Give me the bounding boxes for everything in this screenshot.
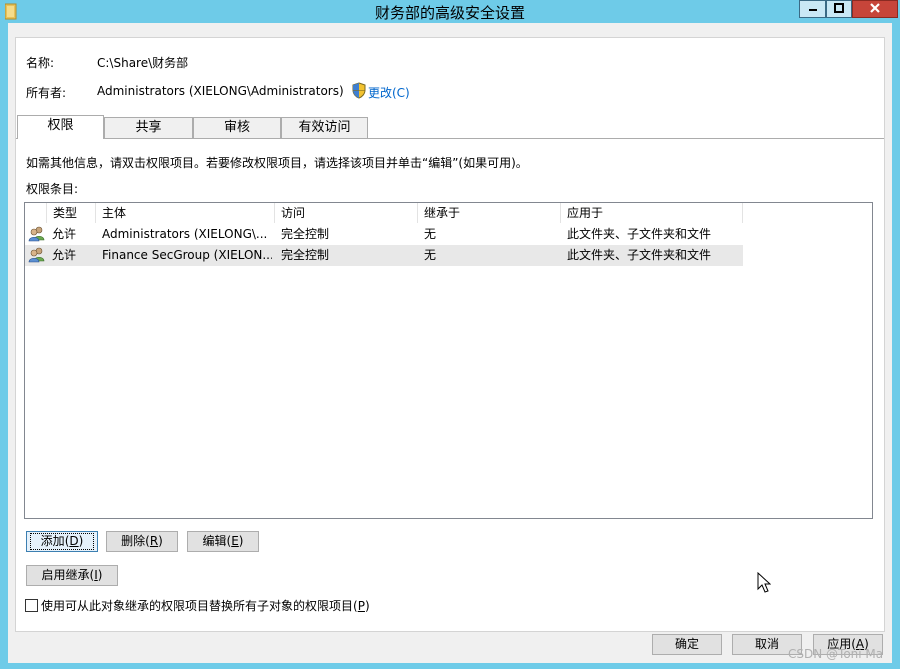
watermark: CSDN @Toni Ma	[788, 647, 884, 661]
maximize-button[interactable]	[826, 0, 852, 18]
permission-row[interactable]: 允许 Finance SecGroup (XIELON... 完全控制 无 此文…	[25, 245, 743, 266]
tab-effective-access[interactable]: 有效访问	[281, 117, 368, 138]
minimize-button[interactable]	[799, 0, 826, 18]
column-header-icon	[25, 203, 47, 223]
minimize-icon	[808, 2, 818, 16]
content-panel: 名称: C:\Share\财务部 所有者: Administrators (XI…	[15, 37, 885, 632]
add-button-key: D	[69, 534, 79, 548]
row-principal: Finance SecGroup (XIELON...	[102, 248, 272, 262]
edit-button[interactable]: 编辑(E)	[187, 531, 259, 552]
replace-child-permissions-label[interactable]: 使用可从此对象继承的权限项目替换所有子对象的权限项目(P)	[41, 597, 370, 614]
remove-button-key: R	[149, 534, 159, 548]
row-type: 允许	[52, 248, 77, 262]
title-bar: 财务部的高级安全设置	[0, 0, 900, 23]
column-header-principal[interactable]: 主体	[96, 203, 275, 223]
ok-button[interactable]: 确定	[652, 634, 722, 655]
entries-label: 权限条目:	[26, 182, 79, 196]
dialog-body: 名称: C:\Share\财务部 所有者: Administrators (XI…	[8, 23, 892, 663]
permission-row[interactable]: 允许 Administrators (XIELONG\... 完全控制 无 此文…	[25, 224, 743, 245]
row-applies-to: 此文件夹、子文件夹和文件	[567, 248, 712, 262]
row-inherited-from: 无	[424, 248, 437, 262]
add-button-label: 添加	[40, 534, 65, 548]
column-header-applies-to[interactable]: 应用于	[561, 203, 743, 223]
owner-value: Administrators (XIELONG\Administrators)	[97, 84, 344, 98]
tab-auditing[interactable]: 审核	[193, 117, 281, 138]
uac-shield-icon	[351, 82, 367, 102]
users-icon	[28, 226, 45, 247]
maximize-icon	[834, 2, 844, 16]
permission-entries-list[interactable]: 类型 主体 访问 继承于 应用于 允许 Administrators (XIEL…	[24, 202, 873, 519]
remove-button[interactable]: 删除(R)	[106, 531, 178, 552]
row-principal: Administrators (XIELONG\...	[102, 227, 268, 241]
add-button[interactable]: 添加(D)	[26, 531, 98, 552]
column-header-type[interactable]: 类型	[47, 203, 96, 223]
name-value: C:\Share\财务部	[97, 56, 189, 70]
column-header-access[interactable]: 访问	[275, 203, 418, 223]
row-access: 完全控制	[281, 227, 330, 241]
name-label: 名称:	[26, 56, 55, 70]
users-icon	[28, 247, 45, 268]
tab-sharing[interactable]: 共享	[104, 117, 193, 138]
row-type: 允许	[52, 227, 77, 241]
tab-permissions[interactable]: 权限	[17, 115, 104, 139]
close-button[interactable]	[852, 0, 898, 18]
row-access: 完全控制	[281, 248, 330, 262]
enable-inheritance-button[interactable]: 启用继承(I)	[26, 565, 118, 586]
edit-button-key: E	[231, 534, 239, 548]
row-inherited-from: 无	[424, 227, 437, 241]
enable-inheritance-label: 启用继承	[41, 568, 90, 582]
tab-separator	[16, 138, 884, 139]
window-title: 财务部的高级安全设置	[374, 4, 525, 22]
replace-child-permissions-checkbox[interactable]	[25, 599, 38, 612]
change-owner-link[interactable]: 更改(C)	[368, 84, 410, 101]
edit-button-label: 编辑	[202, 534, 227, 548]
column-header-inherited-from[interactable]: 继承于	[418, 203, 561, 223]
close-icon	[869, 2, 881, 17]
remove-button-label: 删除	[121, 534, 146, 548]
owner-label: 所有者:	[26, 86, 67, 100]
info-text: 如需其他信息，请双击权限项目。若要修改权限项目，请选择该项目并单击“编辑”(如果…	[26, 156, 528, 170]
mouse-cursor-icon	[757, 571, 772, 597]
row-applies-to: 此文件夹、子文件夹和文件	[567, 227, 712, 241]
enable-inheritance-key: I	[94, 568, 98, 582]
